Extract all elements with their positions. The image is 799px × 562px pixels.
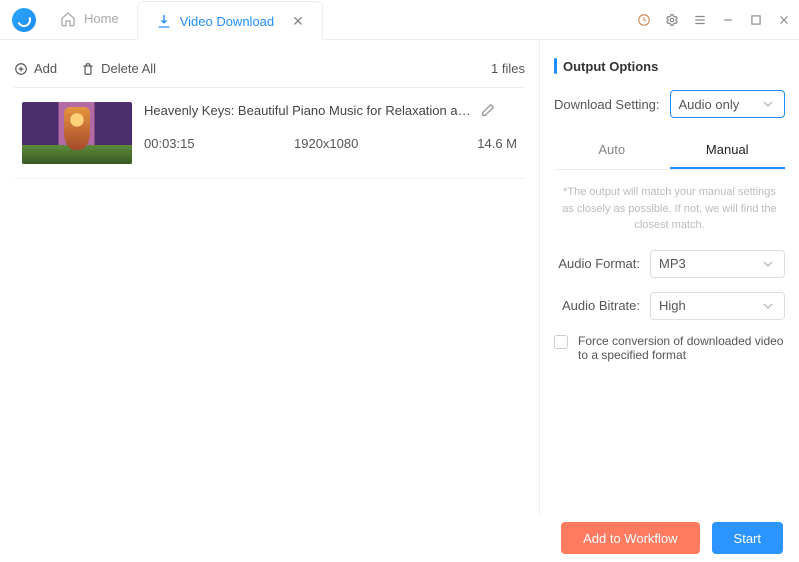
video-resolution: 1920x1080	[294, 136, 434, 151]
add-label: Add	[34, 61, 57, 76]
force-conversion-checkbox[interactable]	[554, 335, 568, 349]
output-options-title: Output Options	[554, 58, 785, 74]
add-button[interactable]: Add	[14, 61, 57, 76]
home-icon	[60, 11, 76, 27]
tabs: Home Video Download ✕	[42, 0, 323, 39]
close-icon[interactable]	[777, 13, 791, 27]
video-size: 14.6 M	[477, 136, 517, 151]
chevron-down-icon	[760, 256, 776, 272]
titlebar: Home Video Download ✕	[0, 0, 799, 40]
audio-format-label: Audio Format:	[554, 256, 640, 271]
main-pane: Add Delete All 1 files Heavenly Keys: Be…	[0, 40, 539, 514]
video-duration: 00:03:15	[144, 136, 294, 151]
content: Add Delete All 1 files Heavenly Keys: Be…	[0, 40, 799, 514]
audio-format-value: MP3	[659, 256, 686, 271]
video-title-row: Heavenly Keys: Beautiful Piano Music for…	[144, 102, 517, 118]
download-setting-label: Download Setting:	[554, 97, 660, 112]
download-setting-select[interactable]: Audio only	[670, 90, 785, 118]
force-conversion-row[interactable]: Force conversion of downloaded video to …	[554, 334, 785, 362]
delete-all-label: Delete All	[101, 61, 156, 76]
maximize-icon[interactable]	[749, 13, 763, 27]
chevron-down-icon	[760, 96, 776, 112]
tab-close-icon[interactable]: ✕	[292, 13, 304, 30]
video-item[interactable]: Heavenly Keys: Beautiful Piano Music for…	[14, 88, 525, 179]
video-meta: 00:03:15 1920x1080 14.6 M	[144, 136, 517, 151]
settings-icon[interactable]	[665, 13, 679, 27]
plus-icon	[14, 62, 28, 76]
trash-icon	[81, 62, 95, 76]
window-controls	[637, 13, 791, 27]
video-thumbnail	[22, 102, 132, 164]
app-logo	[12, 8, 36, 32]
tab-video-download[interactable]: Video Download ✕	[137, 1, 323, 40]
manual-hint: *The output will match your manual setti…	[560, 184, 779, 234]
audio-format-select[interactable]: MP3	[650, 250, 785, 278]
files-count: 1 files	[491, 61, 525, 76]
tab-manual[interactable]: Manual	[670, 132, 786, 169]
audio-bitrate-label: Audio Bitrate:	[554, 298, 640, 313]
menu-icon[interactable]	[693, 13, 707, 27]
video-title: Heavenly Keys: Beautiful Piano Music for…	[144, 103, 474, 118]
tab-home[interactable]: Home	[42, 0, 137, 39]
chevron-down-icon	[760, 298, 776, 314]
list-toolbar: Add Delete All 1 files	[14, 50, 525, 88]
download-setting-row: Download Setting: Audio only	[554, 90, 785, 118]
tab-auto[interactable]: Auto	[554, 132, 670, 169]
download-setting-value: Audio only	[679, 97, 740, 112]
add-to-workflow-button[interactable]: Add to Workflow	[561, 522, 699, 554]
footer: Add to Workflow Start	[0, 514, 799, 562]
audio-format-row: Audio Format: MP3	[554, 250, 785, 278]
audio-bitrate-value: High	[659, 298, 686, 313]
edit-icon[interactable]	[480, 102, 496, 118]
minimize-icon[interactable]	[721, 13, 735, 27]
force-conversion-label: Force conversion of downloaded video to …	[578, 334, 785, 362]
audio-bitrate-row: Audio Bitrate: High	[554, 292, 785, 320]
video-item-body: Heavenly Keys: Beautiful Piano Music for…	[144, 102, 517, 164]
mode-tabs: Auto Manual	[554, 132, 785, 170]
delete-all-button[interactable]: Delete All	[81, 61, 156, 76]
download-icon	[156, 13, 172, 29]
tab-video-download-label: Video Download	[180, 14, 274, 29]
history-icon[interactable]	[637, 13, 651, 27]
sidebar: Output Options Download Setting: Audio o…	[539, 40, 799, 514]
audio-bitrate-select[interactable]: High	[650, 292, 785, 320]
start-button[interactable]: Start	[712, 522, 783, 554]
tab-home-label: Home	[84, 11, 119, 26]
